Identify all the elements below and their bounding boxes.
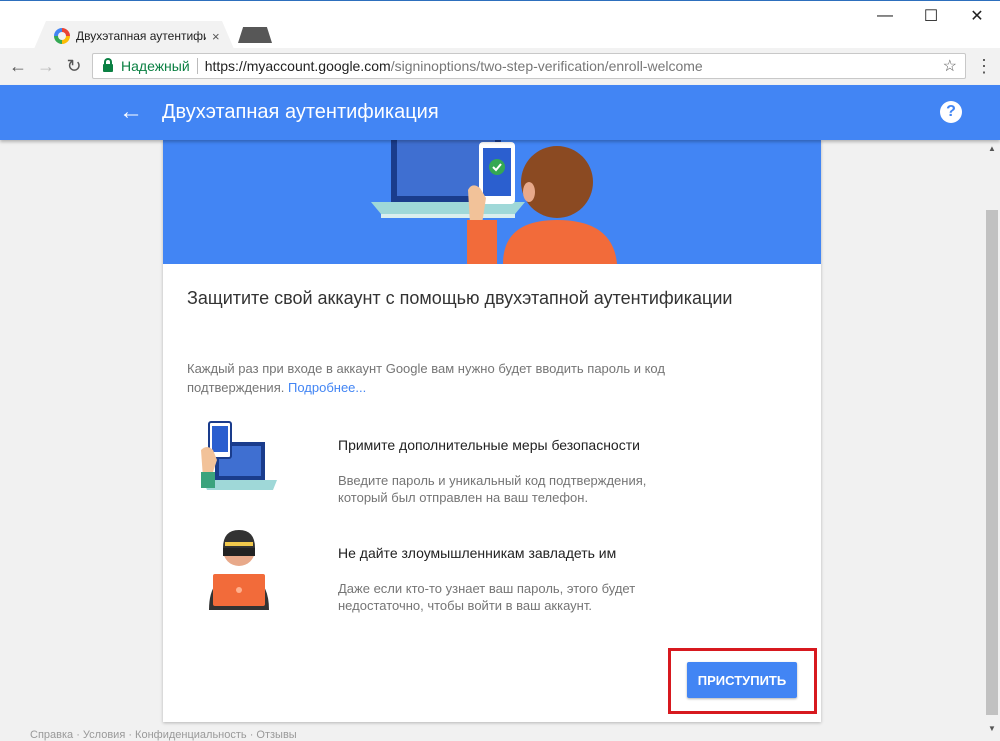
card-description: Каждый раз при входе в аккаунт Google ва… (187, 359, 747, 397)
url-host: https://myaccount.google.com (204, 58, 391, 74)
bookmark-star-icon[interactable]: ☆ (943, 56, 957, 76)
hero-illustration (163, 140, 821, 264)
feature-2-title: Не дайте злоумышленникам завладеть им (338, 545, 617, 561)
back-button[interactable]: ← (6, 54, 30, 78)
app-header: ← Двухэтапная аутентификация ? (0, 85, 1000, 140)
laptop-phone-icon (201, 421, 277, 490)
person-with-phone-illustration (371, 140, 617, 264)
highlight-annotation (668, 648, 817, 714)
scroll-up-arrow-icon[interactable]: ▲ (984, 140, 1000, 156)
hacker-laptop-icon (209, 530, 269, 610)
browser-toolbar: ← → ↻ Надежный https://myaccount.google.… (0, 48, 1000, 85)
vertical-scrollbar[interactable]: ▲ ▼ (984, 140, 1000, 736)
page-title: Двухэтапная аутентификация (162, 101, 439, 123)
secure-label: Надежный (121, 58, 190, 74)
lock-icon (103, 58, 113, 72)
maximize-button[interactable]: ☐ (908, 1, 954, 31)
reload-button[interactable]: ↻ (62, 54, 86, 78)
feature-1-text: Введите пароль и уникальный код подтверж… (338, 473, 647, 505)
window-titlebar: Двухэтапная аутентифика × — ☐ ✕ (0, 0, 1000, 49)
scroll-thumb[interactable] (986, 210, 998, 715)
close-window-button[interactable]: ✕ (954, 1, 1000, 31)
footer-links[interactable]: Справка · Условия · Конфиденциальность ·… (30, 729, 297, 741)
scroll-down-arrow-icon[interactable]: ▼ (984, 720, 1000, 736)
enroll-card: Защитите свой аккаунт с помощью двухэтап… (163, 140, 821, 722)
card-heading: Защитите свой аккаунт с помощью двухэтап… (187, 288, 733, 308)
url-path: /signinoptions/two-step-verification/enr… (390, 58, 703, 74)
omnibox-divider (196, 58, 198, 74)
forward-button[interactable]: → (34, 54, 58, 78)
browser-menu-button[interactable]: ⋮ (974, 54, 994, 78)
feature-2-text: Даже если кто-то узнает ваш пароль, этог… (338, 581, 636, 613)
tab-close-button[interactable]: × (212, 29, 220, 44)
description-text: Каждый раз при входе в аккаунт Google ва… (187, 361, 665, 395)
back-arrow-icon[interactable]: ← (118, 98, 144, 125)
page-content: Защитите свой аккаунт с помощью двухэтап… (0, 140, 984, 736)
google-favicon-icon (54, 28, 70, 44)
new-tab-button[interactable] (238, 27, 272, 43)
minimize-button[interactable]: — (862, 1, 908, 31)
help-icon[interactable]: ? (940, 101, 962, 123)
address-bar[interactable]: Надежный https://myaccount.google.com /s… (92, 53, 966, 79)
feature-1-title: Примите дополнительные меры безопасности (338, 437, 640, 453)
learn-more-link[interactable]: Подробнее... (288, 380, 366, 395)
browser-tab[interactable]: Двухэтапная аутентифика × (34, 21, 234, 49)
tab-title: Двухэтапная аутентифика (76, 29, 206, 43)
